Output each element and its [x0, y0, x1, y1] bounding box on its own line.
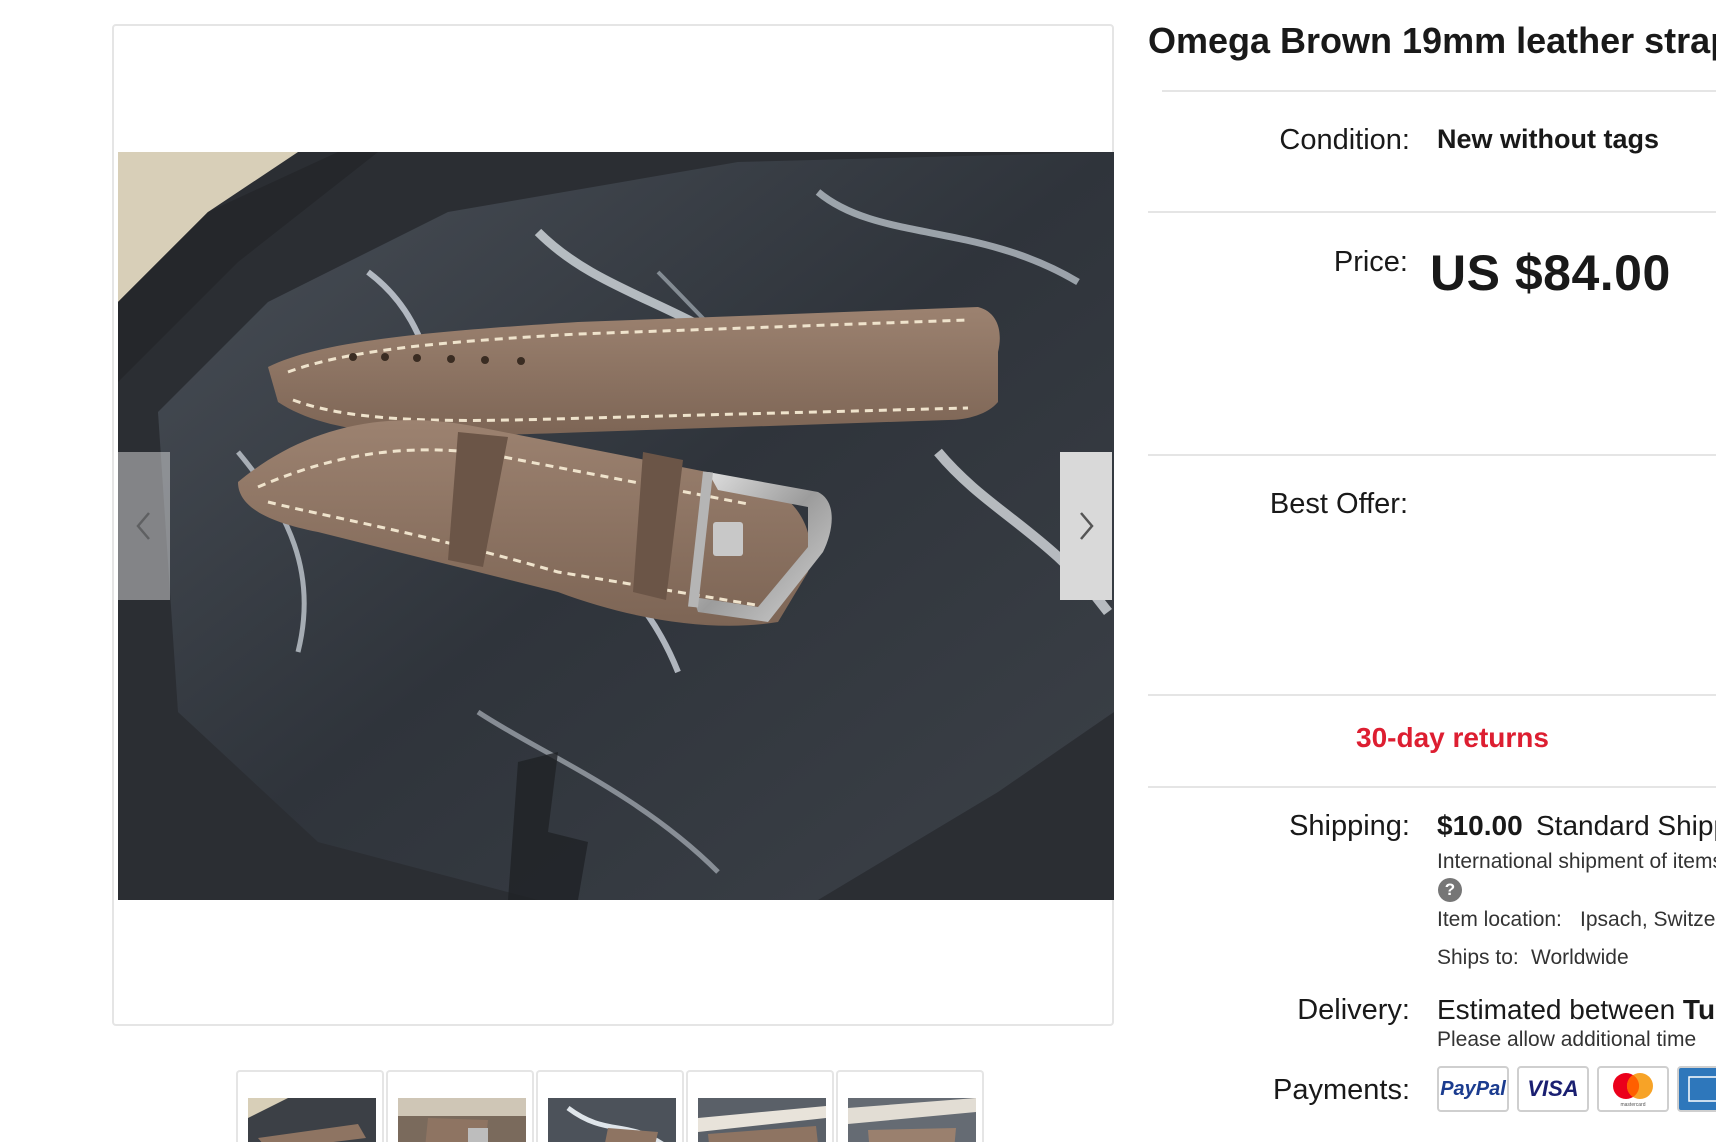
- thumbnail-image: [698, 1098, 826, 1142]
- paypal-text: PayPal: [1440, 1077, 1506, 1100]
- delivery-prefix: Estimated between: [1437, 994, 1676, 1025]
- main-product-image[interactable]: [118, 152, 1114, 900]
- thumbnail-image: [848, 1098, 976, 1142]
- returns-policy-link[interactable]: 30-day returns: [1356, 722, 1549, 754]
- delivery-estimate: Estimated between Tue: [1437, 994, 1716, 1026]
- shipping-amount: $10.00: [1437, 810, 1523, 841]
- mastercard-icon: mastercard: [1613, 1073, 1653, 1108]
- amex-logo: [1677, 1066, 1716, 1112]
- thumbnail-image: [548, 1098, 676, 1142]
- ships-to-value: Worldwide: [1531, 946, 1629, 969]
- visa-logo: VISA: [1517, 1066, 1589, 1112]
- thumbnail-1[interactable]: [236, 1070, 384, 1142]
- condition-value: New without tags: [1437, 124, 1659, 154]
- shipping-service: Standard Shipping: [1536, 810, 1716, 841]
- listing-page: Omega Brown 19mm leather strap Condition…: [0, 0, 1716, 1142]
- thumbnail-image: [248, 1098, 376, 1142]
- thumbnail-3[interactable]: [536, 1070, 684, 1142]
- chevron-left-icon: [136, 512, 150, 540]
- delivery-label: Delivery:: [1297, 994, 1410, 1026]
- ships-to-label: Ships to:: [1437, 946, 1519, 969]
- mastercard-logo: mastercard: [1597, 1066, 1669, 1112]
- chevron-right-icon: [1080, 512, 1094, 540]
- shipping-label: Shipping:: [1289, 810, 1410, 842]
- thumbnail-4[interactable]: [686, 1070, 834, 1142]
- paypal-logo: PayPal: [1437, 1066, 1509, 1112]
- thumbnail-2[interactable]: [386, 1070, 534, 1142]
- divider: [1148, 694, 1716, 696]
- delivery-day: Tue: [1682, 994, 1716, 1025]
- price-label: Price:: [1333, 246, 1408, 278]
- help-icon[interactable]: ?: [1438, 878, 1462, 902]
- thumbnail-5[interactable]: [836, 1070, 984, 1142]
- visa-text: VISA: [1527, 1076, 1579, 1101]
- delivery-note: Please allow additional time: [1437, 1028, 1697, 1051]
- thumbnail-strip: [236, 1070, 984, 1142]
- thumbnail-image: [398, 1098, 526, 1142]
- item-location-value: Ipsach, Switzerland: [1580, 908, 1716, 931]
- payments-label: Payments:: [1273, 1074, 1410, 1106]
- divider: [1148, 786, 1716, 788]
- price-value: US $84.00: [1430, 245, 1671, 301]
- payment-methods: PayPal VISA mastercard: [1437, 1066, 1716, 1112]
- divider: [1162, 90, 1716, 92]
- best-offer-label: Best Offer:: [1269, 488, 1408, 520]
- amex-icon: [1688, 1076, 1716, 1102]
- mastercard-text: mastercard: [1620, 1102, 1645, 1108]
- image-gallery: [112, 24, 1114, 1026]
- listing-title: Omega Brown 19mm leather strap: [1148, 20, 1716, 61]
- previous-image-button[interactable]: [118, 452, 170, 600]
- divider: [1148, 454, 1716, 456]
- item-location-label: Item location:: [1437, 908, 1562, 931]
- divider: [1148, 211, 1716, 213]
- condition-label: Condition:: [1279, 124, 1410, 156]
- international-shipment-note: International shipment of items: [1437, 850, 1716, 873]
- next-image-button[interactable]: [1060, 452, 1112, 600]
